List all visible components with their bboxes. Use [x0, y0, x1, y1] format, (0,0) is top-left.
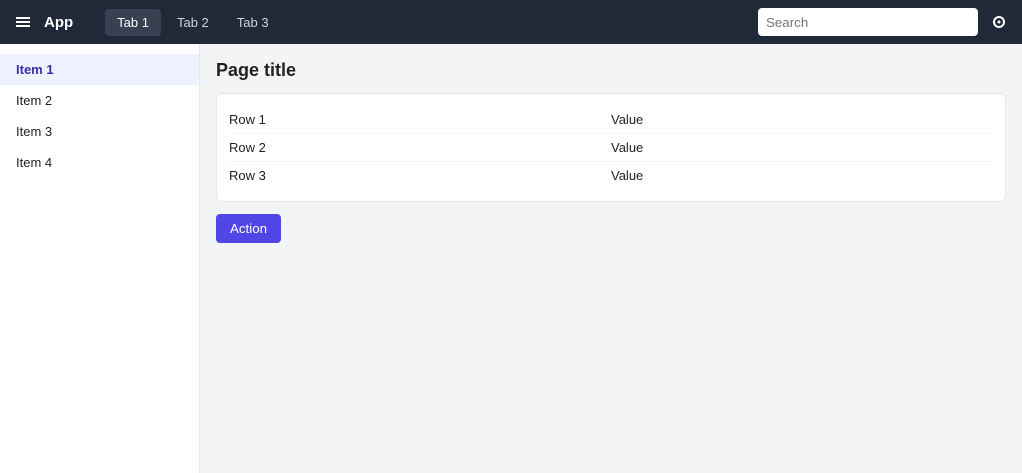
row-value: Value — [611, 168, 644, 183]
table-row[interactable]: Row 3 Value — [229, 162, 993, 189]
row-value: Value — [611, 140, 644, 155]
row-label: Row 3 — [229, 168, 266, 183]
app-window: App Tab 1 Tab 2 Tab 3 Item 1 Item 2 Item… — [0, 0, 1022, 473]
sidebar-item-3[interactable]: Item 3 — [0, 116, 199, 147]
table-row[interactable]: Row 2 Value — [229, 134, 993, 162]
sidebar-item-4[interactable]: Item 4 — [0, 147, 199, 178]
row-label: Row 2 — [229, 140, 266, 155]
search-input[interactable] — [758, 8, 978, 36]
page-title: Page title — [216, 60, 297, 80]
top-bar: App Tab 1 Tab 2 Tab 3 — [0, 0, 1022, 44]
sidebar-item-1[interactable]: Item 1 — [0, 54, 199, 85]
tab-bar: Tab 1 Tab 2 Tab 3 — [105, 8, 281, 36]
table-row[interactable]: Row 1 Value — [229, 106, 993, 134]
main-panel: Page title Row 1 Value Row 2 Value Row 3… — [200, 44, 1022, 473]
sidebar: Item 1 Item 2 Item 3 Item 4 — [0, 44, 200, 473]
row-label: Row 1 — [229, 112, 266, 127]
app-title: App — [44, 13, 74, 31]
sidebar-item-2[interactable]: Item 2 — [0, 85, 199, 116]
content-area: Item 1 Item 2 Item 3 Item 4 Page title R… — [0, 44, 1022, 473]
tab-3[interactable]: Tab 3 — [225, 9, 281, 36]
action-button[interactable]: Action — [216, 214, 282, 243]
menu-icon[interactable] — [14, 13, 32, 31]
row-value: Value — [611, 112, 644, 127]
gear-icon[interactable] — [990, 13, 1008, 31]
tab-1[interactable]: Tab 1 — [105, 8, 161, 36]
tab-2[interactable]: Tab 2 — [165, 9, 221, 36]
content-card: Row 1 Value Row 2 Value Row 3 Value — [216, 93, 1006, 202]
